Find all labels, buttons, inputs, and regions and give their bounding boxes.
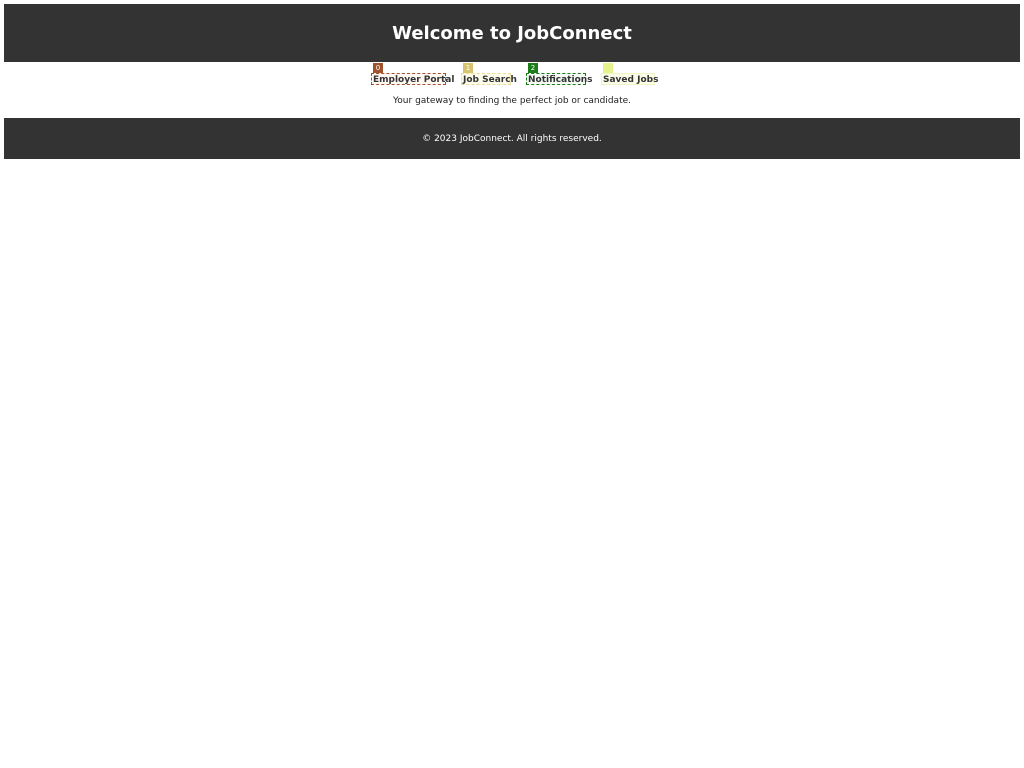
tagline: Your gateway to finding the perfect job …: [393, 96, 631, 106]
nav-item-label: Employer Portal: [373, 75, 455, 85]
nav-item-notifications[interactable]: 2 Notifications: [526, 63, 593, 85]
page-footer: © 2023 JobConnect. All rights reserved.: [4, 118, 1020, 159]
nav-badge: 2: [528, 63, 538, 73]
footer-copyright: © 2023 JobConnect. All rights reserved.: [422, 133, 602, 144]
page-title: Welcome to JobConnect: [392, 22, 632, 44]
page: Welcome to JobConnect 0 Employer Portal …: [0, 0, 1024, 768]
nav-badge: 0: [373, 63, 383, 73]
nav-badge: [603, 63, 613, 73]
nav-item-job-search[interactable]: 1 Job Search: [461, 63, 517, 85]
main-nav: 0 Employer Portal 1 Job Search 2 Notific…: [0, 62, 1024, 86]
nav-badge: 1: [463, 63, 473, 73]
nav-item-employer-portal[interactable]: 0 Employer Portal: [371, 63, 454, 85]
nav-item-label: Job Search: [463, 75, 517, 85]
page-header: Welcome to JobConnect: [4, 4, 1020, 62]
nav-item-label: Saved Jobs: [603, 75, 659, 85]
nav-item-label: Notifications: [528, 75, 593, 85]
nav-item-saved-jobs[interactable]: Saved Jobs: [601, 63, 659, 85]
